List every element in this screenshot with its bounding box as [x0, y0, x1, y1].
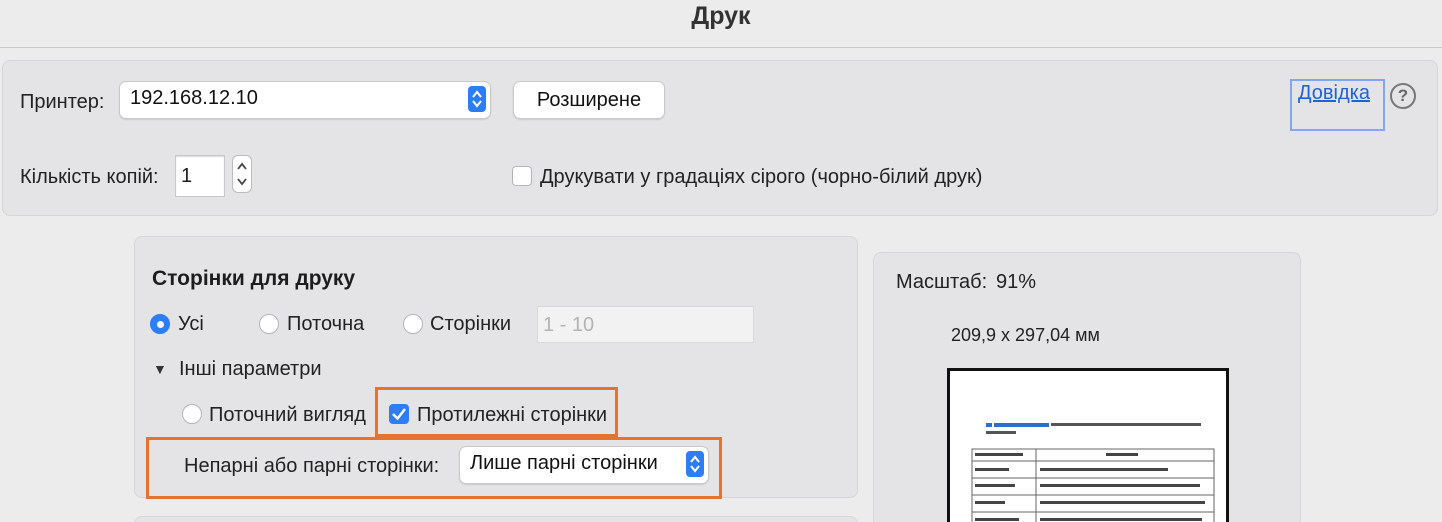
copies-label: Кількість копій: — [20, 166, 159, 188]
printer-select[interactable]: 192.168.12.10 — [120, 82, 490, 118]
grayscale-checkbox[interactable] — [512, 166, 532, 186]
radio-pages[interactable] — [403, 314, 423, 334]
document-thumbnail — [958, 380, 1218, 522]
pages-title: Сторінки для друку — [152, 267, 356, 290]
copies-stepper[interactable] — [233, 156, 251, 192]
title-bar: Друк — [0, 0, 1442, 48]
radio-pages-label: Сторінки — [430, 313, 512, 335]
radio-current[interactable] — [259, 314, 279, 334]
next-panel — [134, 516, 858, 522]
popup-arrows-icon — [468, 86, 486, 112]
advanced-button[interactable]: Розширене — [514, 82, 664, 118]
odd-even-select[interactable]: Лише парні сторінки — [460, 447, 708, 483]
printer-label: Принтер: — [20, 91, 105, 113]
popup-arrows-icon — [686, 451, 704, 477]
grayscale-label: Друкувати у градаціях сірого (чорно-біли… — [540, 166, 983, 188]
scale-label: Масштаб: — [896, 271, 988, 293]
radio-all-label: Усі — [178, 313, 204, 335]
current-view-label: Поточний вигляд — [209, 404, 366, 426]
window-title: Друк — [691, 2, 751, 30]
radio-all[interactable] — [150, 314, 170, 334]
scale-value: 91% — [996, 271, 1037, 293]
printer-value: 192.168.12.10 — [130, 87, 258, 109]
question-icon[interactable]: ? — [1390, 83, 1416, 109]
checkmark-icon — [392, 408, 406, 421]
page-range-input[interactable]: 1 - 10 — [537, 306, 754, 343]
radio-current-view[interactable] — [182, 404, 202, 424]
odd-even-value: Лише парні сторінки — [470, 452, 658, 474]
odd-even-label: Непарні або парні сторінки: — [184, 455, 440, 477]
more-options-label[interactable]: Інші параметри — [179, 358, 322, 381]
disclosure-triangle-icon[interactable]: ▼ — [153, 361, 167, 377]
radio-current-label: Поточна — [287, 313, 365, 335]
opposite-pages-checkbox[interactable] — [389, 404, 409, 424]
copies-input[interactable]: 1 — [175, 155, 225, 197]
page-size: 209,9 x 297,04 мм — [951, 325, 1100, 345]
opposite-pages-label: Протилежні сторінки — [417, 404, 608, 426]
help-focus-box — [1290, 79, 1385, 131]
stepper-arrows-icon — [237, 162, 247, 186]
